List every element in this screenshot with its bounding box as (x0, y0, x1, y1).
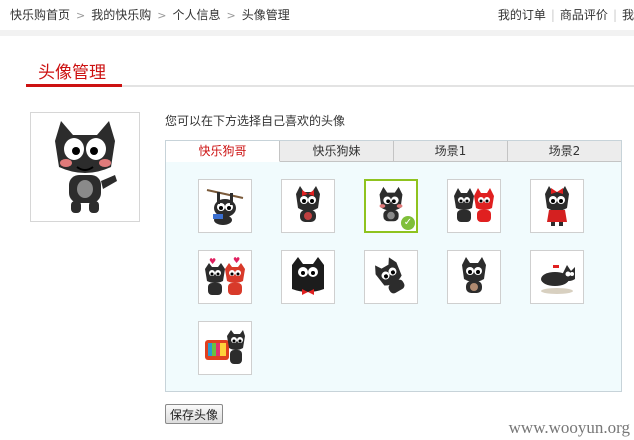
breadcrumb-current: 头像管理 (241, 8, 290, 22)
breadcrumb-personal-info[interactable]: 个人信息 (172, 8, 220, 22)
truncated-link[interactable]: 我 (622, 8, 634, 22)
dog-bowtie-icon (292, 257, 324, 295)
save-avatar-button[interactable]: 保存头像 (165, 404, 224, 424)
divider: | (550, 8, 555, 22)
hint-text: 您可以在下方选择自己喜欢的头像 (165, 114, 346, 128)
dog-red-dress-icon (545, 186, 569, 226)
product-reviews-link[interactable]: 商品评价 (560, 8, 608, 22)
top-divider (0, 30, 634, 36)
page-title: 头像管理 (38, 63, 106, 83)
breadcrumb-home[interactable]: 快乐购首页 (10, 8, 70, 22)
svg-text:♥: ♥ (233, 256, 240, 265)
my-orders-link[interactable]: 我的订单 (498, 8, 546, 22)
chevron-right-icon: > (226, 9, 236, 22)
avatar-option[interactable] (198, 179, 252, 233)
dog-falling-icon (375, 257, 405, 294)
dog-pair-hearts-icon: ♥ ♥ (205, 256, 245, 295)
dog-tv-icon (205, 330, 245, 364)
avatar-option[interactable]: ♥ ♥ (198, 250, 252, 304)
top-links: 我的订单 | 商品评价 | 我 (498, 6, 634, 23)
chevron-right-icon: > (157, 9, 167, 22)
avatar-panel: 快乐狗哥 快乐狗妹 场景1 场景2 ✓ ♥ ♥ (165, 140, 622, 392)
chevron-right-icon: > (76, 9, 86, 22)
dog-red-bow-icon (296, 186, 320, 222)
avatar-option-selected[interactable]: ✓ (364, 179, 418, 233)
avatar-option[interactable] (447, 179, 501, 233)
title-rule (122, 85, 634, 87)
divider: | (612, 8, 617, 22)
tab-scene-2[interactable]: 场景2 (508, 141, 621, 162)
avatar-option[interactable] (281, 179, 335, 233)
dog-waving-icon (55, 121, 117, 213)
check-icon: ✓ (401, 216, 415, 230)
dog-shy-icon (462, 257, 486, 293)
avatar-option[interactable] (281, 250, 335, 304)
dog-pair-red-dog-icon (454, 188, 494, 222)
avatar-tabs: 快乐狗哥 快乐狗妹 场景1 场景2 (166, 141, 621, 163)
avatar-option[interactable] (198, 321, 252, 375)
watermark: www.wooyun.org (508, 418, 630, 437)
current-avatar (30, 112, 140, 222)
avatar-option[interactable] (530, 250, 584, 304)
breadcrumb: 快乐购首页 > 我的快乐购 > 个人信息 > 头像管理 (10, 6, 290, 23)
avatar-option[interactable] (530, 179, 584, 233)
avatar-option[interactable] (364, 250, 418, 304)
title-underline (26, 84, 122, 87)
top-bar: 快乐购首页 > 我的快乐购 > 个人信息 > 头像管理 我的订单 | 商品评价 | 我 (0, 0, 634, 28)
tab-happy-dog-brother[interactable]: 快乐狗哥 (166, 141, 280, 162)
tab-happy-dog-sister[interactable]: 快乐狗妹 (280, 141, 394, 162)
dog-hanging-rope-icon (206, 189, 244, 225)
avatar-option[interactable] (447, 250, 501, 304)
dog-lying-icon (541, 265, 575, 294)
tab-scene-1[interactable]: 场景1 (394, 141, 508, 162)
breadcrumb-my-account[interactable]: 我的快乐购 (91, 8, 151, 22)
